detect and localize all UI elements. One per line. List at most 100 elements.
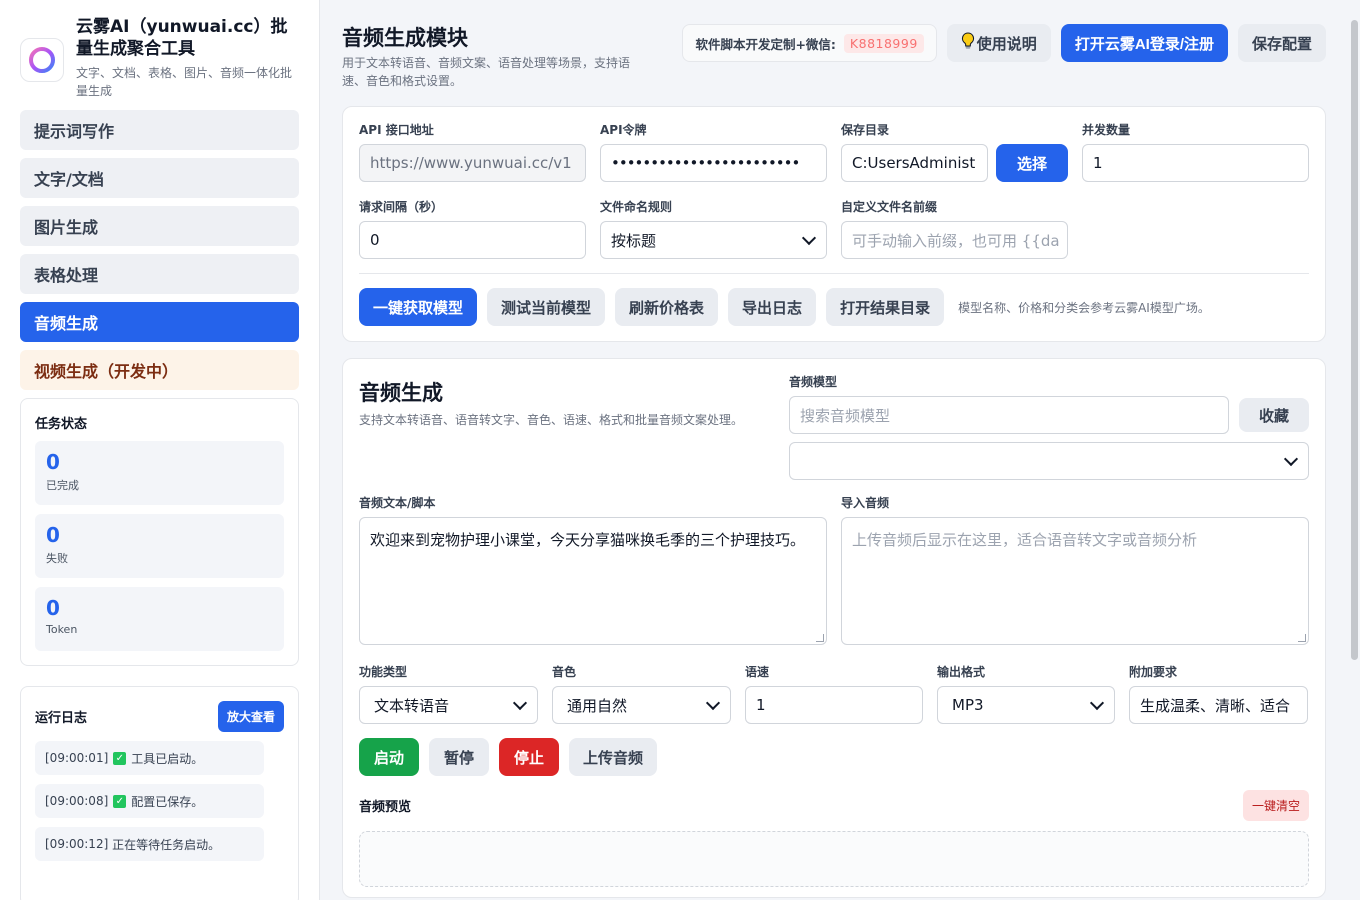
lightbulb-icon bbox=[961, 32, 975, 54]
audio-preview-area bbox=[359, 831, 1309, 887]
model-label: 音频模型 bbox=[789, 375, 838, 389]
api-token-input[interactable]: •••••••••••••••••••••••• bbox=[600, 144, 827, 182]
log-line: [09:00:08] ✓ 配置已保存。 bbox=[35, 784, 264, 818]
run-log-title: 运行日志 bbox=[35, 711, 88, 726]
stop-button[interactable]: 停止 bbox=[499, 738, 559, 776]
resize-grip-icon[interactable] bbox=[1298, 634, 1306, 642]
chevron-down-icon bbox=[705, 695, 721, 710]
help-label: 使用说明 bbox=[976, 35, 1037, 53]
speed-label: 语速 bbox=[745, 665, 770, 679]
nav-item-image-gen[interactable]: 图片生成 bbox=[20, 206, 299, 246]
save-dir-input[interactable]: C:UsersAdminist bbox=[841, 144, 988, 182]
save-config-button[interactable]: 保存配置 bbox=[1237, 24, 1326, 62]
stat-completed-value: 0 bbox=[46, 450, 60, 474]
naming-label: 文件命名规则 bbox=[600, 200, 673, 214]
log-time: [09:00:08] bbox=[45, 794, 109, 808]
help-button[interactable]: 使用说明 bbox=[946, 24, 1051, 62]
fetch-models-button[interactable]: 一键获取模型 bbox=[359, 288, 478, 326]
log-time: [09:00:01] bbox=[45, 751, 109, 765]
audio-card: 音频生成 支持文本转语音、语音转文字、音色、语速、格式和批量音频文案处理。 音频… bbox=[342, 358, 1326, 898]
audio-section-title: 音频生成 bbox=[359, 381, 443, 405]
voice-label: 音色 bbox=[552, 665, 577, 679]
sidebar: 云雾AI（yunwuai.cc）批量生成聚合工具 文字、文档、表格、图片、音频一… bbox=[0, 0, 320, 900]
nav-item-prompt-writing[interactable]: 提示词写作 bbox=[20, 110, 299, 150]
voice-value: 通用自然 bbox=[567, 696, 628, 715]
choose-dir-button[interactable]: 选择 bbox=[996, 144, 1068, 182]
format-select[interactable]: MP3 bbox=[937, 686, 1115, 724]
nav-item-video-gen[interactable]: 视频生成（开发中） bbox=[20, 350, 299, 390]
log-text: 正在等待任务启动。 bbox=[112, 837, 221, 852]
interval-input[interactable]: 0 bbox=[359, 221, 586, 259]
main-content: 音频生成模块 用于文本转语音、音频文案、语音处理等场景，支持语速、音色和格式设置… bbox=[342, 0, 1326, 898]
extra-input[interactable]: 生成温柔、清晰、适合 bbox=[1129, 686, 1308, 724]
format-label: 输出格式 bbox=[937, 665, 986, 679]
api-token-label: API令牌 bbox=[600, 123, 647, 137]
func-type-select[interactable]: 文本转语音 bbox=[359, 686, 538, 724]
api-url-label: API 接口地址 bbox=[359, 123, 434, 137]
nav-item-text-docs[interactable]: 文字/文档 bbox=[20, 158, 299, 198]
config-card: API 接口地址 https://www.yunwuai.cc/v1 API令牌… bbox=[342, 106, 1326, 342]
task-status-panel: 任务状态 0 已完成 0 失败 0 Token bbox=[20, 398, 299, 666]
clear-all-button[interactable]: 一键清空 bbox=[1242, 790, 1309, 821]
contact-badge: 软件脚本开发定制+微信: K8818999 bbox=[682, 24, 937, 62]
log-time: [09:00:12] bbox=[45, 837, 109, 851]
stat-token-value: 0 bbox=[46, 596, 60, 620]
concurrency-input[interactable]: 1 bbox=[1082, 144, 1309, 182]
format-value: MP3 bbox=[952, 696, 984, 714]
task-status-title: 任务状态 bbox=[35, 417, 88, 432]
script-textarea[interactable]: 欢迎来到宠物护理小课堂，今天分享猫咪换毛季的三个护理技巧。 bbox=[359, 517, 827, 645]
pause-button[interactable]: 暂停 bbox=[429, 738, 489, 776]
chevron-down-icon bbox=[1283, 451, 1299, 466]
stat-token: 0 Token bbox=[35, 587, 284, 651]
voice-select[interactable]: 通用自然 bbox=[552, 686, 731, 724]
page-scrollbar[interactable] bbox=[1351, 20, 1358, 660]
chevron-down-icon bbox=[512, 695, 528, 710]
test-model-button[interactable]: 测试当前模型 bbox=[487, 288, 606, 326]
stat-token-label: Token bbox=[46, 623, 78, 636]
script-text: 欢迎来到宠物护理小课堂，今天分享猫咪换毛季的三个护理技巧。 bbox=[370, 531, 806, 549]
brand: 云雾AI（yunwuai.cc）批量生成聚合工具 文字、文档、表格、图片、音频一… bbox=[20, 16, 299, 100]
func-type-value: 文本转语音 bbox=[374, 696, 450, 715]
page-subtitle: 用于文本转语音、音频文案、语音处理等场景，支持语速、音色和格式设置。 bbox=[342, 56, 631, 88]
chevron-down-icon bbox=[1089, 695, 1105, 710]
upload-audio-button[interactable]: 上传音频 bbox=[569, 738, 658, 776]
check-icon: ✓ bbox=[113, 794, 127, 808]
log-line: [09:00:12] 正在等待任务启动。 bbox=[35, 827, 264, 861]
stat-completed: 0 已完成 bbox=[35, 441, 284, 505]
nav-item-audio-gen[interactable]: 音频生成 bbox=[20, 302, 299, 342]
naming-value: 按标题 bbox=[611, 231, 657, 250]
page-header: 音频生成模块 用于文本转语音、音频文案、语音处理等场景，支持语速、音色和格式设置… bbox=[342, 0, 1326, 106]
import-audio-textarea[interactable]: 上传音频后显示在这里，适合语音转文字或音频分析 bbox=[841, 517, 1309, 645]
brand-title: 云雾AI（yunwuai.cc）批量生成聚合工具 bbox=[76, 17, 288, 59]
prefix-label: 自定义文件名前缀 bbox=[841, 200, 938, 214]
open-results-button[interactable]: 打开结果目录 bbox=[826, 288, 945, 326]
divider bbox=[359, 273, 1309, 274]
log-text: 工具已启动。 bbox=[131, 751, 204, 766]
favorite-button[interactable]: 收藏 bbox=[1239, 398, 1309, 432]
stat-failed-label: 失败 bbox=[46, 552, 68, 565]
import-audio-label: 导入音频 bbox=[841, 496, 890, 510]
logo-icon bbox=[20, 38, 64, 82]
nav-item-table[interactable]: 表格处理 bbox=[20, 254, 299, 294]
concurrency-label: 并发数量 bbox=[1082, 123, 1131, 137]
extra-label: 附加要求 bbox=[1129, 665, 1178, 679]
page-title: 音频生成模块 bbox=[342, 26, 468, 50]
resize-grip-icon[interactable] bbox=[816, 634, 824, 642]
stat-completed-label: 已完成 bbox=[46, 479, 79, 492]
run-log-panel: 运行日志 放大查看 [09:00:01] ✓ 工具已启动。 [09:00:08]… bbox=[20, 686, 299, 900]
api-url-input[interactable]: https://www.yunwuai.cc/v1 bbox=[359, 144, 586, 182]
speed-input[interactable]: 1 bbox=[745, 686, 923, 724]
zoom-log-button[interactable]: 放大查看 bbox=[217, 701, 284, 732]
models-hint: 模型名称、价格和分类会参考云雾AI模型广场。 bbox=[958, 300, 1210, 315]
naming-select[interactable]: 按标题 bbox=[600, 221, 827, 259]
model-select[interactable] bbox=[789, 442, 1309, 480]
contact-wechat: K8818999 bbox=[843, 33, 924, 53]
save-dir-label: 保存目录 bbox=[841, 123, 890, 137]
export-log-button[interactable]: 导出日志 bbox=[728, 288, 817, 326]
model-search-input[interactable]: 搜索音频模型 bbox=[789, 396, 1229, 434]
login-register-button[interactable]: 打开云雾AI登录/注册 bbox=[1060, 24, 1228, 62]
refresh-price-button[interactable]: 刷新价格表 bbox=[615, 288, 719, 326]
start-button[interactable]: 启动 bbox=[359, 738, 419, 776]
prefix-input[interactable]: 可手动输入前缀，也可用 {{da bbox=[841, 221, 1068, 259]
log-line: [09:00:01] ✓ 工具已启动。 bbox=[35, 741, 264, 775]
